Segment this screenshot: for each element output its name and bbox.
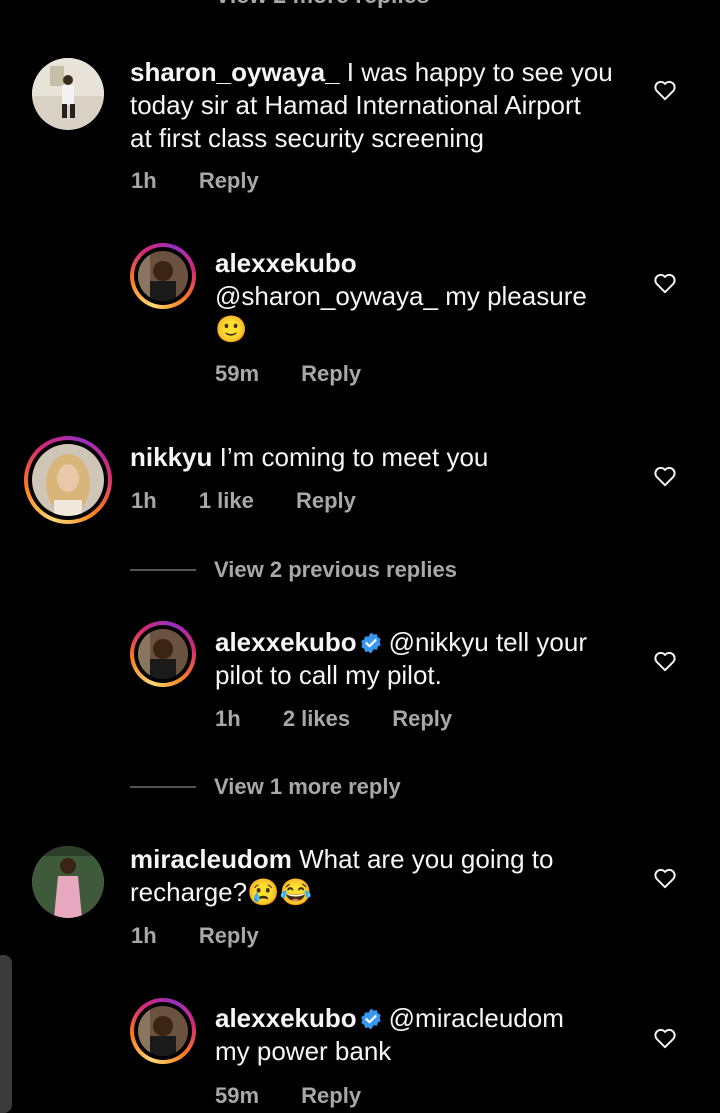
- comment-meta: 1h 2 likes Reply: [215, 706, 488, 732]
- comment-username[interactable]: sharon_oywaya_: [130, 57, 340, 87]
- view-more-replies[interactable]: View 1 more reply: [130, 774, 401, 800]
- scrollbar[interactable]: [0, 955, 12, 1113]
- comment-body-line: at first class security screening: [130, 123, 485, 153]
- reply-button[interactable]: Reply: [296, 488, 356, 513]
- verified-badge-icon: [360, 1008, 381, 1030]
- likes-count[interactable]: 1 like: [199, 488, 254, 513]
- avatar[interactable]: [130, 243, 196, 309]
- comment-meta: 1h Reply: [131, 923, 295, 949]
- view-previous-replies-label[interactable]: View 2 previous replies: [214, 557, 457, 583]
- comment-username[interactable]: alexxekubo: [215, 1003, 357, 1033]
- comment-body-line: 🙂: [215, 314, 248, 344]
- avatar[interactable]: [24, 436, 112, 524]
- heart-outline-icon[interactable]: [652, 77, 678, 103]
- comment-text: alexxekubo @sharon_oywaya_ my pleasure 🙂: [215, 247, 635, 346]
- comment-time: 1h: [131, 488, 157, 513]
- comment-body-line: @miracleudom: [388, 1003, 564, 1033]
- heart-outline-icon[interactable]: [652, 648, 678, 674]
- comment-text: alexxekubo @nikkyu tell your pilot to ca…: [215, 626, 635, 692]
- avatar[interactable]: [32, 58, 104, 130]
- comment-meta: 1h Reply: [131, 168, 295, 194]
- comment-time: 1h: [131, 168, 157, 193]
- comment-meta: 1h 1 like Reply: [131, 488, 392, 514]
- comment-body-line: today sir at Hamad International Airport: [130, 90, 581, 120]
- heart-outline-icon[interactable]: [652, 1025, 678, 1051]
- comment-time: 59m: [215, 1083, 260, 1108]
- heart-outline-icon[interactable]: [652, 463, 678, 489]
- reply-button[interactable]: Reply: [301, 361, 361, 386]
- comment-meta: 59m Reply: [215, 361, 397, 387]
- comment-text: alexxekubo @miracleudom my power bank: [215, 1002, 635, 1068]
- comment-body-line: my power bank: [215, 1036, 392, 1066]
- comment-username[interactable]: alexxekubo: [215, 248, 357, 278]
- reply-button[interactable]: Reply: [199, 923, 259, 948]
- view-previous-replies[interactable]: View 2 previous replies: [130, 557, 457, 583]
- reply-button[interactable]: Reply: [392, 706, 452, 731]
- comment-username[interactable]: miracleudom: [130, 844, 292, 874]
- comment-meta: 59m Reply: [215, 1083, 397, 1109]
- comment-body-line: @sharon_oywaya_ my pleasure: [215, 281, 587, 311]
- comment-username[interactable]: nikkyu: [130, 442, 212, 472]
- heart-outline-icon[interactable]: [652, 865, 678, 891]
- divider-line: [130, 786, 196, 788]
- comment-time: 59m: [215, 361, 260, 386]
- heart-outline-icon[interactable]: [652, 270, 678, 296]
- avatar[interactable]: [32, 846, 104, 918]
- comment-body-line: I was happy to see you: [346, 57, 613, 87]
- view-more-replies-label[interactable]: View 1 more reply: [214, 774, 401, 800]
- verified-badge-icon: [360, 632, 381, 654]
- comment-text: miracleudom What are you going to rechar…: [130, 843, 640, 909]
- comment-body-line: pilot to call my pilot.: [215, 660, 442, 690]
- comment-text: sharon_oywaya_ I was happy to see you to…: [130, 56, 640, 155]
- comment-text: nikkyu I’m coming to meet you: [130, 441, 640, 474]
- comment-username[interactable]: alexxekubo: [215, 627, 357, 657]
- comment-time: 1h: [215, 706, 241, 731]
- comment-body-line: @nikkyu tell your: [388, 627, 587, 657]
- comment-time: 1h: [131, 923, 157, 948]
- comment-body-line: recharge?😢😂: [130, 877, 312, 907]
- likes-count[interactable]: 2 likes: [283, 706, 350, 731]
- comment-body-line: What are you going to: [299, 844, 554, 874]
- comment-body-line: I’m coming to meet you: [219, 442, 489, 472]
- divider-line: [130, 569, 196, 571]
- avatar[interactable]: [130, 621, 196, 687]
- avatar[interactable]: [130, 998, 196, 1064]
- reply-button[interactable]: Reply: [199, 168, 259, 193]
- reply-button[interactable]: Reply: [301, 1083, 361, 1108]
- view-more-replies-partial[interactable]: View 2 more replies: [215, 0, 429, 9]
